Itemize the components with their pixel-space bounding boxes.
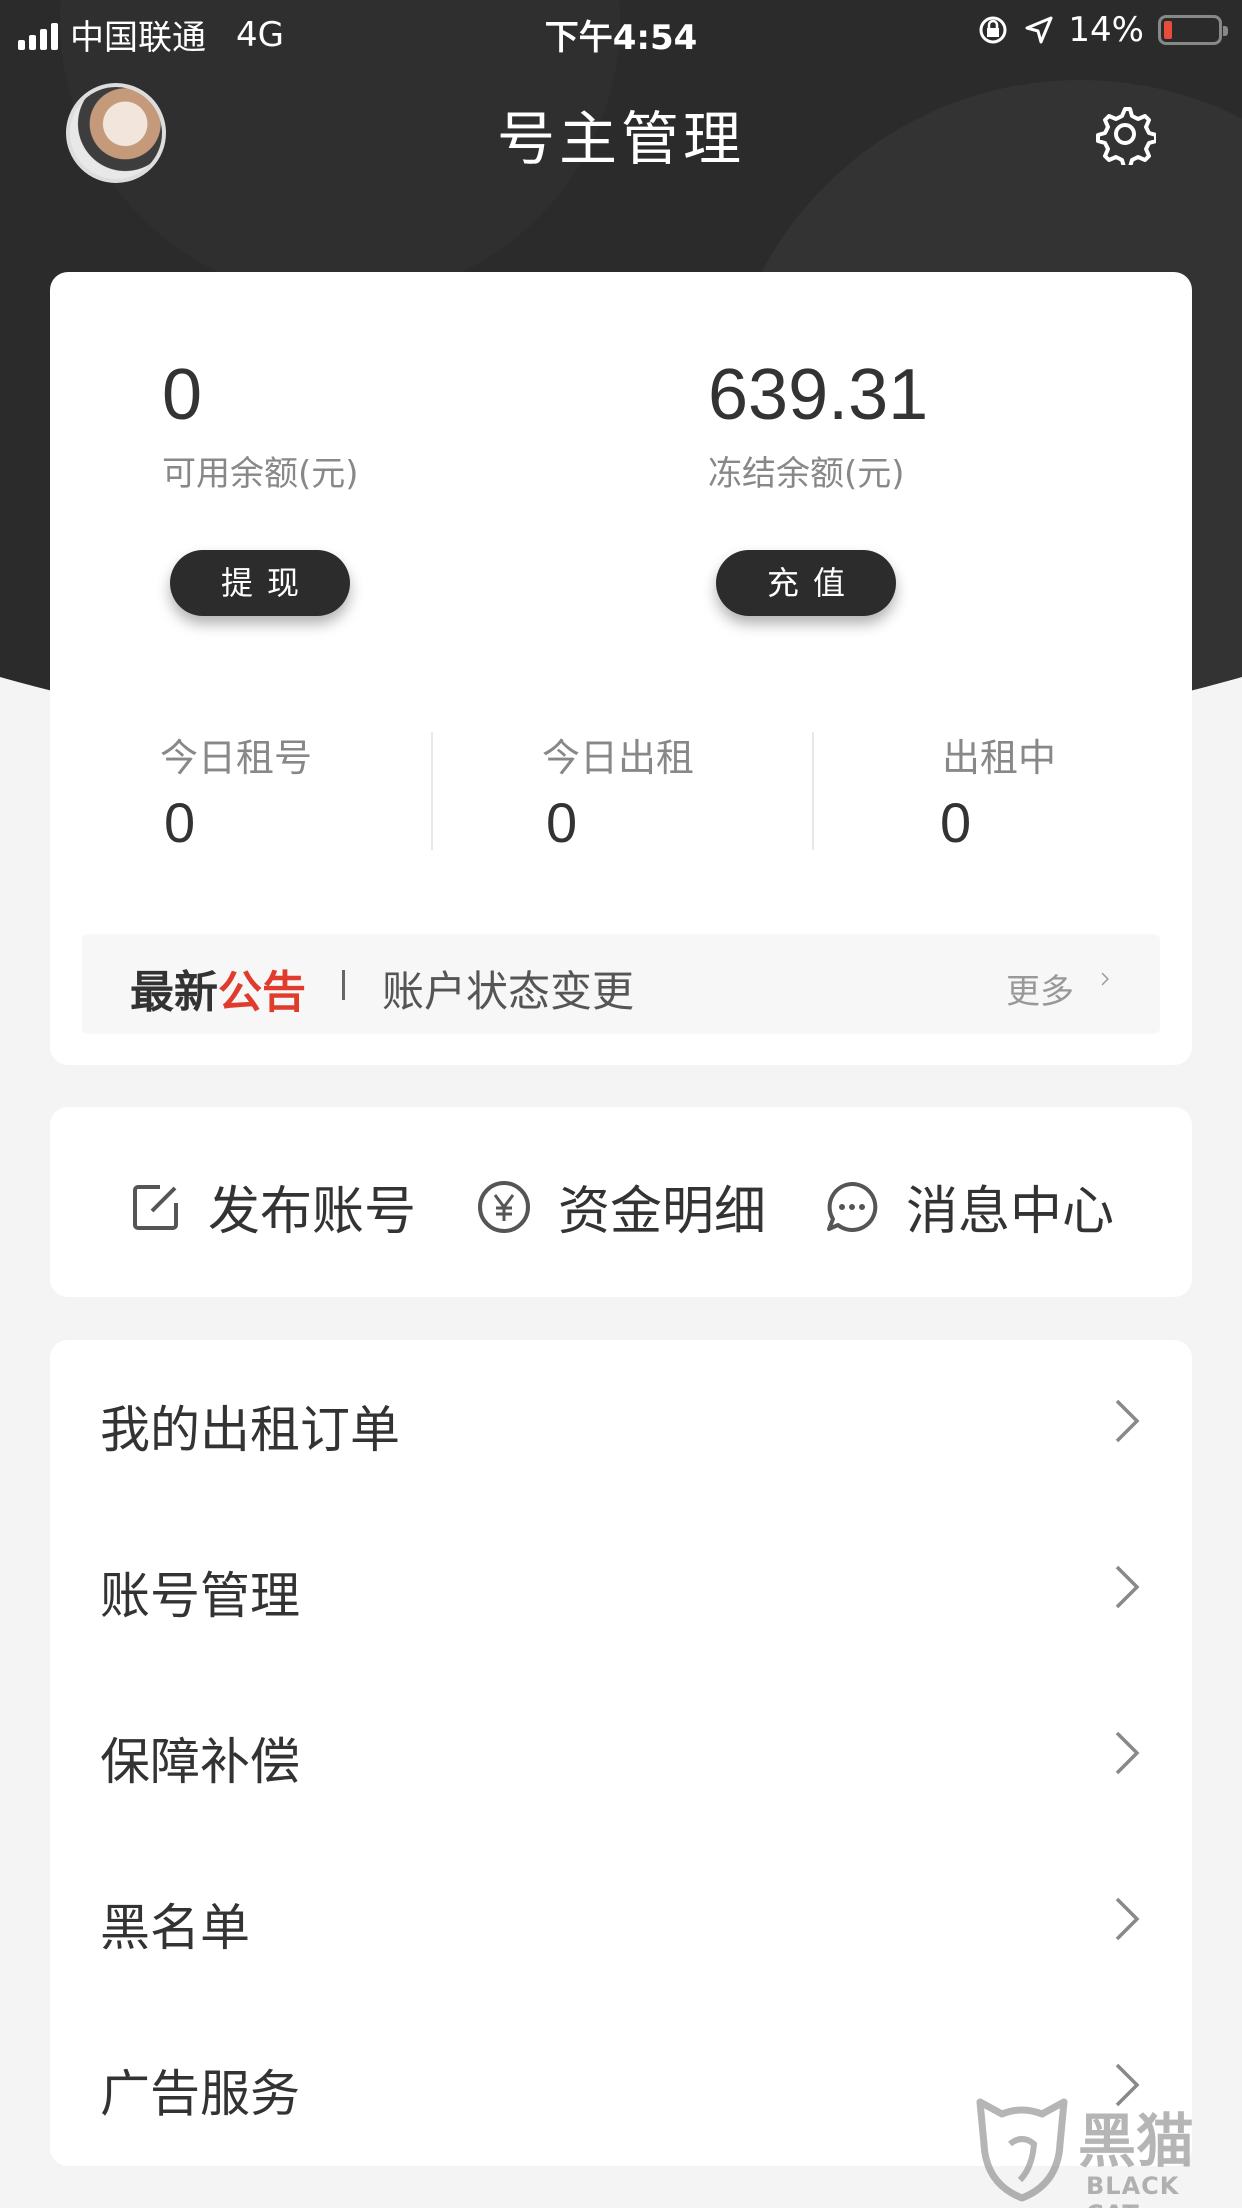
stat-value: 0 xyxy=(940,791,972,854)
menu-item-label: 黑名单 xyxy=(100,1899,250,1957)
action-label: 发布账号 xyxy=(208,1182,417,1242)
notice-divider xyxy=(342,970,345,1000)
watermark: 黑猫 BLACK CAT xyxy=(970,2090,1242,2208)
chevron-right-icon xyxy=(1115,1399,1140,1443)
recharge-button[interactable]: 充值 xyxy=(716,550,896,616)
stat-label: 今日租号 xyxy=(160,736,313,780)
stats-row: 今日租号 0 今日出租 0 出租中 0 xyxy=(50,727,1192,857)
watermark-subtext: BLACK CAT xyxy=(1086,2172,1180,2208)
chevron-right-icon xyxy=(1115,1731,1140,1775)
notice-text[interactable]: 账户状态变更 xyxy=(382,958,634,1019)
menu-item-compensation[interactable]: 保障补偿 xyxy=(50,1672,1192,1838)
battery-percent: 14% xyxy=(1068,10,1144,50)
balance-card: 0 可用余额(元) 提现 639.31 冻结余额(元) 充值 今日租号 0 今日… xyxy=(50,272,1192,1065)
stat-renting: 出租中 0 xyxy=(940,727,1057,855)
withdraw-button[interactable]: 提现 xyxy=(170,550,350,616)
menu-item-account-management[interactable]: 账号管理 xyxy=(50,1506,1192,1672)
message-icon xyxy=(827,1181,878,1232)
gear-icon xyxy=(1096,107,1158,169)
stat-label: 今日出租 xyxy=(542,736,695,780)
notice-title-part2: 公告 xyxy=(218,967,306,1018)
notice-title: 最新公告 xyxy=(130,956,306,1020)
edit-icon xyxy=(133,1184,178,1230)
location-icon xyxy=(1025,16,1053,44)
stat-today-rent: 今日租号 0 xyxy=(160,727,312,855)
stat-today-lease: 今日出租 0 xyxy=(542,727,694,855)
fund-details-button[interactable]: 资金明细 xyxy=(476,1169,766,1244)
menu-item-rental-orders[interactable]: 我的出租订单 xyxy=(50,1340,1192,1506)
frozen-balance-value: 639.31 xyxy=(708,355,929,435)
notice-more-link[interactable]: 更多 xyxy=(1006,964,1074,1013)
message-center-button[interactable]: 消息中心 xyxy=(824,1169,1114,1244)
menu-item-label: 广告服务 xyxy=(100,2065,300,2123)
stat-value: 0 xyxy=(546,791,578,854)
menu-item-blacklist[interactable]: 黑名单 xyxy=(50,1838,1192,2004)
yuan-icon xyxy=(478,1180,530,1233)
rotation-lock-icon xyxy=(979,16,1007,44)
stat-divider xyxy=(431,732,433,850)
action-label: 资金明细 xyxy=(558,1182,767,1242)
menu-list: 我的出租订单 账号管理 保障补偿 黑名单 广告服务 xyxy=(50,1340,1192,2166)
notice-title-part1: 最新 xyxy=(130,967,218,1018)
black-cat-logo-icon xyxy=(976,2098,1068,2202)
available-balance-value: 0 xyxy=(162,355,203,435)
chevron-right-icon xyxy=(1115,1565,1140,1609)
battery-icon xyxy=(1158,15,1228,45)
chevron-right-icon xyxy=(1101,972,1109,986)
status-bar: 中国联通 4G 下午4:54 14% xyxy=(0,0,1242,62)
settings-button[interactable] xyxy=(1094,103,1158,169)
quick-actions-card: 发布账号 资金明细 消息中心 xyxy=(50,1107,1192,1297)
page-title: 号主管理 xyxy=(496,105,745,173)
stat-label: 出租中 xyxy=(942,736,1057,780)
stat-value: 0 xyxy=(164,791,196,854)
status-right: 14% xyxy=(976,10,1228,50)
watermark-text: 黑猫 xyxy=(1078,2107,1195,2175)
action-label: 消息中心 xyxy=(906,1182,1115,1242)
available-balance-label: 可用余额(元) xyxy=(162,454,359,494)
menu-item-label: 账号管理 xyxy=(100,1567,300,1625)
menu-item-label: 保障补偿 xyxy=(100,1733,300,1791)
frozen-balance-label: 冻结余额(元) xyxy=(708,454,905,494)
stat-divider xyxy=(812,732,814,850)
menu-item-label: 我的出租订单 xyxy=(100,1401,400,1459)
notice-bar[interactable]: 最新公告 账户状态变更 更多 xyxy=(82,934,1160,1034)
chevron-right-icon xyxy=(1115,1897,1140,1941)
publish-account-button[interactable]: 发布账号 xyxy=(130,1169,416,1244)
